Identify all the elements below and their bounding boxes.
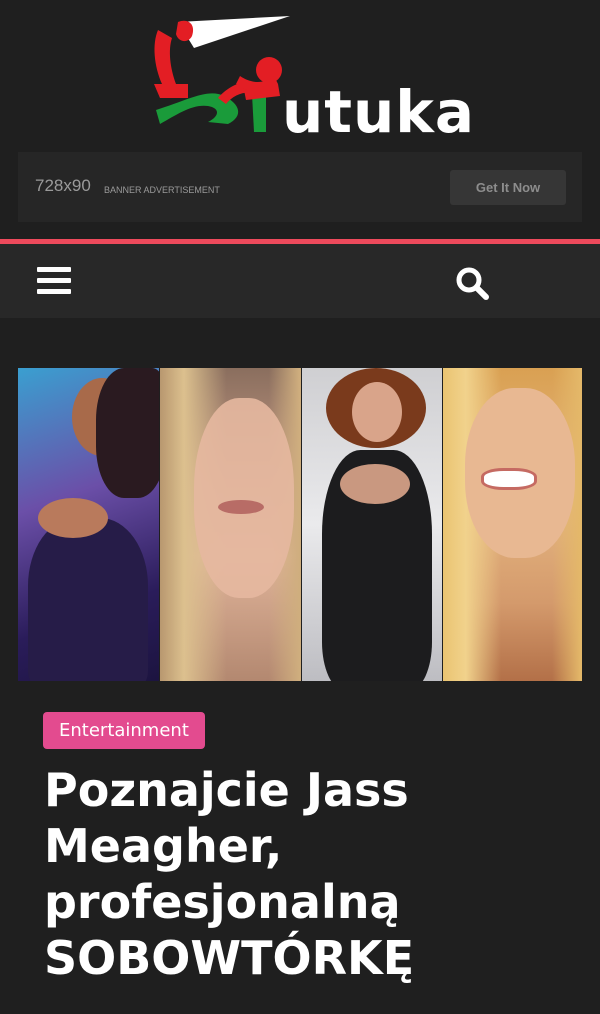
photo-panel-1 — [18, 368, 159, 681]
banner-advertisement[interactable]: 728x90 BANNER ADVERTISEMENT Get It Now — [18, 152, 582, 222]
article-hero-image[interactable] — [18, 368, 582, 681]
banner-label-text: BANNER ADVERTISEMENT — [104, 185, 220, 195]
get-it-now-button[interactable]: Get It Now — [450, 170, 566, 205]
logo-text: utuka — [282, 78, 476, 146]
page: utuka 728x90 BANNER ADVERTISEMENT Get It… — [0, 0, 600, 1014]
banner-size-text: 728x90 — [35, 176, 91, 195]
article-title[interactable]: Poznajcie Jass Meagher, profesjonalną SO… — [44, 762, 574, 986]
search-icon[interactable] — [455, 266, 491, 302]
photo-panel-2 — [159, 368, 301, 681]
category-badge[interactable]: Entertainment — [43, 712, 205, 749]
photo-panel-4 — [443, 368, 582, 681]
nav-bar — [0, 244, 600, 318]
site-logo[interactable]: utuka — [148, 14, 474, 144]
hamburger-menu-icon[interactable] — [37, 266, 71, 296]
photo-panel-3 — [301, 368, 443, 681]
